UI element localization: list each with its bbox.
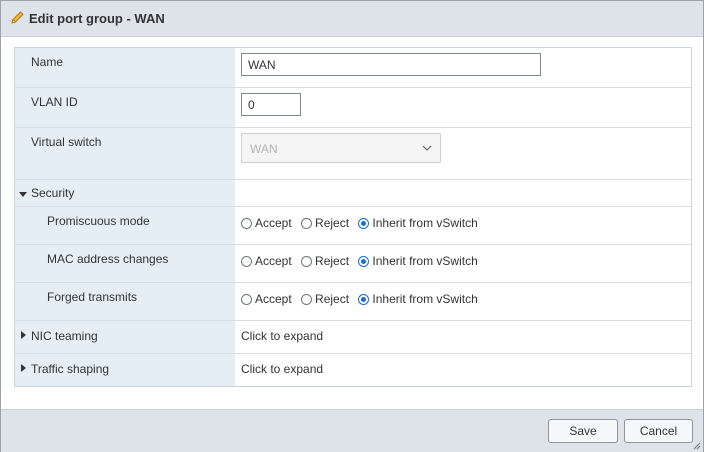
mac-address-changes-options: Accept Reject Inherit from vSwitch bbox=[241, 245, 691, 282]
security-label-cell[interactable]: Security bbox=[15, 180, 235, 206]
forged-label-cell: Forged transmits bbox=[15, 283, 235, 320]
reject-radio[interactable]: Reject bbox=[301, 254, 349, 268]
traffic-shaping-row[interactable]: Traffic shaping Click to expand bbox=[15, 354, 691, 386]
radio-circle[interactable] bbox=[241, 256, 252, 267]
radio-label: Accept bbox=[255, 254, 292, 268]
virtual-switch-select[interactable]: WAN bbox=[241, 133, 441, 163]
name-label-cell: Name bbox=[15, 48, 235, 87]
forged-transmits-row: Forged transmits Accept Reject Inherit f… bbox=[15, 283, 691, 321]
radio-group: Accept Reject Inherit from vSwitch bbox=[241, 254, 484, 270]
chevron-down-icon bbox=[422, 145, 432, 151]
edit-port-group-dialog: Edit port group - WAN Name VLAN ID Virtu… bbox=[0, 0, 704, 452]
inherit-radio[interactable]: Inherit from vSwitch bbox=[358, 216, 478, 230]
nic-teaming-value-cell[interactable]: Click to expand bbox=[241, 321, 691, 353]
radio-group: Accept Reject Inherit from vSwitch bbox=[241, 216, 484, 232]
radio-label: Accept bbox=[255, 292, 292, 306]
radio-circle[interactable] bbox=[358, 256, 370, 267]
inherit-radio[interactable]: Inherit from vSwitch bbox=[358, 292, 478, 306]
promiscuous-mode-row: Promiscuous mode Accept Reject Inherit f… bbox=[15, 207, 691, 245]
name-value-cell bbox=[241, 48, 691, 87]
traffic-shaping-value-cell[interactable]: Click to expand bbox=[241, 354, 691, 386]
dialog-footer: Save Cancel bbox=[1, 409, 703, 452]
security-value-cell bbox=[241, 180, 691, 206]
vlan-value-cell bbox=[241, 88, 691, 127]
name-row: Name bbox=[15, 48, 691, 88]
security-row[interactable]: Security bbox=[15, 180, 691, 207]
pencil-icon bbox=[11, 11, 24, 24]
vlan-id-input[interactable] bbox=[241, 93, 301, 116]
traffic-shaping-label: Traffic shaping bbox=[31, 362, 110, 376]
vswitch-label: Virtual switch bbox=[31, 135, 102, 149]
vlan-label-cell: VLAN ID bbox=[15, 88, 235, 127]
accept-radio[interactable]: Accept bbox=[241, 254, 292, 268]
radio-circle[interactable] bbox=[301, 256, 313, 267]
security-label: Security bbox=[31, 186, 75, 200]
radio-label: Inherit from vSwitch bbox=[372, 216, 478, 230]
radio-circle[interactable] bbox=[241, 218, 252, 229]
caret-right-icon bbox=[21, 331, 26, 339]
promiscuous-label-cell: Promiscuous mode bbox=[15, 207, 235, 244]
vswitch-label-cell: Virtual switch bbox=[15, 128, 235, 179]
traffic-shaping-label-cell[interactable]: Traffic shaping bbox=[15, 354, 235, 386]
vswitch-row: Virtual switch WAN bbox=[15, 128, 691, 180]
vlan-row: VLAN ID bbox=[15, 88, 691, 128]
radio-label: Inherit from vSwitch bbox=[372, 292, 478, 306]
mac-label-cell: MAC address changes bbox=[15, 245, 235, 282]
vswitch-value-cell: WAN bbox=[241, 128, 691, 179]
radio-group: Accept Reject Inherit from vSwitch bbox=[241, 292, 484, 308]
cancel-button[interactable]: Cancel bbox=[624, 419, 693, 443]
resize-grip-icon[interactable] bbox=[693, 442, 701, 450]
name-input[interactable] bbox=[241, 53, 541, 76]
nic-teaming-expand-text[interactable]: Click to expand bbox=[241, 329, 323, 343]
inherit-radio[interactable]: Inherit from vSwitch bbox=[358, 254, 478, 268]
radio-label: Accept bbox=[255, 216, 292, 230]
radio-label: Reject bbox=[315, 254, 350, 268]
save-button[interactable]: Save bbox=[548, 419, 618, 443]
promiscuous-mode-options: Accept Reject Inherit from vSwitch bbox=[241, 207, 691, 244]
nic-teaming-row[interactable]: NIC teaming Click to expand bbox=[15, 321, 691, 354]
radio-circle[interactable] bbox=[301, 294, 313, 305]
forged-transmits-options: Accept Reject Inherit from vSwitch bbox=[241, 283, 691, 320]
promiscuous-mode-label: Promiscuous mode bbox=[47, 214, 150, 228]
port-group-form: Name VLAN ID Virtual switch WAN bbox=[14, 47, 692, 387]
vlan-label: VLAN ID bbox=[31, 95, 78, 109]
radio-label: Inherit from vSwitch bbox=[372, 254, 478, 268]
reject-radio[interactable]: Reject bbox=[301, 216, 349, 230]
radio-circle[interactable] bbox=[358, 218, 370, 229]
nic-teaming-label: NIC teaming bbox=[31, 329, 98, 343]
radio-circle[interactable] bbox=[301, 218, 313, 229]
reject-radio[interactable]: Reject bbox=[301, 292, 349, 306]
dialog-titlebar[interactable]: Edit port group - WAN bbox=[1, 1, 703, 37]
radio-circle[interactable] bbox=[358, 294, 370, 305]
caret-down-icon bbox=[19, 192, 27, 197]
nic-teaming-label-cell[interactable]: NIC teaming bbox=[15, 321, 235, 353]
traffic-shaping-expand-text[interactable]: Click to expand bbox=[241, 362, 323, 376]
accept-radio[interactable]: Accept bbox=[241, 292, 292, 306]
mac-address-changes-row: MAC address changes Accept Reject Inheri… bbox=[15, 245, 691, 283]
caret-right-icon bbox=[21, 364, 26, 372]
mac-address-changes-label: MAC address changes bbox=[47, 252, 169, 266]
radio-circle[interactable] bbox=[241, 294, 252, 305]
name-label: Name bbox=[31, 55, 64, 69]
virtual-switch-value: WAN bbox=[250, 142, 278, 156]
accept-radio[interactable]: Accept bbox=[241, 216, 292, 230]
forged-transmits-label: Forged transmits bbox=[47, 290, 138, 304]
radio-label: Reject bbox=[315, 216, 350, 230]
radio-label: Reject bbox=[315, 292, 350, 306]
dialog-title: Edit port group - WAN bbox=[29, 11, 165, 26]
